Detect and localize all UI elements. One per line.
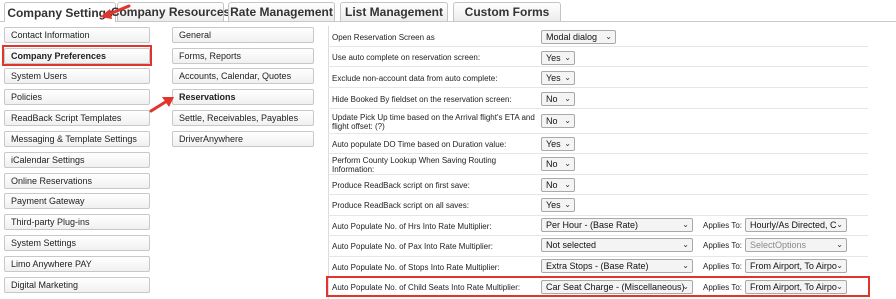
tab-rate-management[interactable]: Rate Management [228,2,335,21]
hide-booked-by-select[interactable]: No ⌄ [541,92,575,106]
tab-bar-divider [0,21,896,22]
chevron-down-icon: ⌄ [836,220,843,229]
setting-label-use-auto-complete: Use auto complete on reservation screen: [332,52,481,62]
sidebar-item-readback-script-templates[interactable]: ReadBack Script Templates [4,110,150,126]
select-value: No [546,180,558,190]
sidebar-item-digital-marketing[interactable]: Digital Marketing [4,277,150,293]
update-pickup-time-select[interactable]: No ⌄ [541,114,575,128]
sidebar-item-third-party-plugins[interactable]: Third-party Plug-ins [4,214,150,230]
county-lookup-select[interactable]: No ⌄ [541,157,575,171]
chevron-down-icon: ⌄ [605,32,612,41]
annotation-arrow-icon [149,97,174,113]
setting-label-update-pickup-time: Update Pick Up time based on the Arrival… [332,112,535,131]
applies-to-label: Applies To: [703,220,742,230]
readback-all-saves-select[interactable]: Yes ⌄ [541,198,575,212]
submenu-item-driveranywhere[interactable]: DriverAnywhere [172,131,314,147]
chevron-down-icon: ⌄ [564,159,571,168]
setting-label-auto-populate-do-time: Auto populate DO Time based on Duration … [332,139,507,149]
submenu-item-settle-receivables-payables[interactable]: Settle, Receivables, Payables [172,110,314,126]
pax-applies-to-select[interactable]: SelectOptions ⌄ [745,238,847,252]
select-value: Not selected [546,240,597,250]
setting-label-hrs-rate-multiplier: Auto Populate No. of Hrs Into Rate Multi… [332,221,492,231]
setting-label-hide-booked-by: Hide Booked By fieldset on the reservati… [332,94,512,104]
sidebar-item-icalendar-settings[interactable]: iCalendar Settings [4,152,150,168]
select-value: Yes [546,200,561,210]
select-value: No [546,116,558,126]
select-value: Extra Stops - (Base Rate) [546,261,649,271]
setting-label-readback-first-save: Produce ReadBack script on first save: [332,180,470,190]
setting-label-stops-rate-multiplier: Auto Populate No. of Stops Into Rate Mul… [332,262,500,272]
sidebar-item-limo-anywhere-pay[interactable]: Limo Anywhere PAY [4,256,150,272]
setting-label-pax-rate-multiplier: Auto Populate No. of Pax Into Rate Multi… [332,241,493,251]
sidebar-item-system-users[interactable]: System Users [4,68,150,84]
sidebar-item-system-settings[interactable]: System Settings [4,235,150,251]
select-value: Modal dialog [546,32,598,42]
select-value: SelectOptions [750,240,807,250]
pax-rate-multiplier-select[interactable]: Not selected ⌄ [541,238,693,252]
use-auto-complete-select[interactable]: Yes ⌄ [541,51,575,65]
submenu-item-reservations[interactable]: Reservations [172,89,314,105]
select-value: Per Hour - (Base Rate) [546,220,639,230]
applies-to-label: Applies To: [703,240,742,250]
select-value: Yes [546,73,561,83]
select-value: Yes [546,139,561,149]
chevron-down-icon: ⌄ [682,240,689,249]
stops-rate-multiplier-select[interactable]: Extra Stops - (Base Rate) ⌄ [541,259,693,273]
sidebar-item-online-reservations[interactable]: Online Reservations [4,173,150,189]
select-value: No [546,94,558,104]
hrs-rate-multiplier-select[interactable]: Per Hour - (Base Rate) ⌄ [541,218,693,232]
sidebar-item-payment-gateway[interactable]: Payment Gateway [4,193,150,209]
submenu-item-accounts-calendar-quotes[interactable]: Accounts, Calendar, Quotes [172,68,314,84]
chevron-down-icon: ⌄ [564,180,571,189]
chevron-down-icon: ⌄ [564,139,571,148]
submenu-item-general[interactable]: General [172,27,314,43]
highlight-company-preferences [2,45,152,66]
chevron-down-icon: ⌄ [682,261,689,270]
sidebar-item-policies[interactable]: Policies [4,89,150,105]
exclude-non-account-select[interactable]: Yes ⌄ [541,71,575,85]
chevron-down-icon: ⌄ [564,116,571,125]
chevron-down-icon: ⌄ [564,73,571,82]
readback-first-save-select[interactable]: No ⌄ [541,178,575,192]
select-value: From Airport, To Airpo [750,261,837,271]
chevron-down-icon: ⌄ [564,53,571,62]
open-reservation-screen-select[interactable]: Modal dialog ⌄ [541,30,616,44]
chevron-down-icon: ⌄ [836,240,843,249]
main-tab-bar: Company Settings Company Resources Rate … [0,0,896,22]
applies-to-label: Applies To: [703,261,742,271]
tab-custom-forms[interactable]: Custom Forms [453,2,561,21]
sidebar-item-messaging-template-settings[interactable]: Messaging & Template Settings [4,131,150,147]
tab-company-resources[interactable]: Company Resources [111,2,230,21]
select-value: No [546,159,558,169]
setting-label-exclude-non-account: Exclude non-account data from auto compl… [332,73,498,83]
chevron-down-icon: ⌄ [564,200,571,209]
select-value: Hourly/As Directed, C [750,220,837,230]
annotation-arrow-icon [100,4,131,19]
stops-applies-to-select[interactable]: From Airport, To Airpo ⌄ [745,259,847,273]
tab-list-management[interactable]: List Management [340,2,448,21]
chevron-down-icon: ⌄ [564,94,571,103]
setting-label-county-lookup: Perform County Lookup When Saving Routin… [332,156,497,174]
setting-label-readback-all-saves: Produce ReadBack script on all saves: [332,200,469,210]
submenu-item-forms-reports[interactable]: Forms, Reports [172,48,314,64]
highlight-child-seats-row [326,276,870,297]
auto-populate-do-time-select[interactable]: Yes ⌄ [541,137,575,151]
sidebar-item-contact-information[interactable]: Contact Information [4,27,150,43]
select-value: Yes [546,53,561,63]
chevron-down-icon: ⌄ [682,220,689,229]
hrs-applies-to-select[interactable]: Hourly/As Directed, C ⌄ [745,218,847,232]
setting-label-open-reservation-screen: Open Reservation Screen as [332,32,435,42]
chevron-down-icon: ⌄ [836,261,843,270]
